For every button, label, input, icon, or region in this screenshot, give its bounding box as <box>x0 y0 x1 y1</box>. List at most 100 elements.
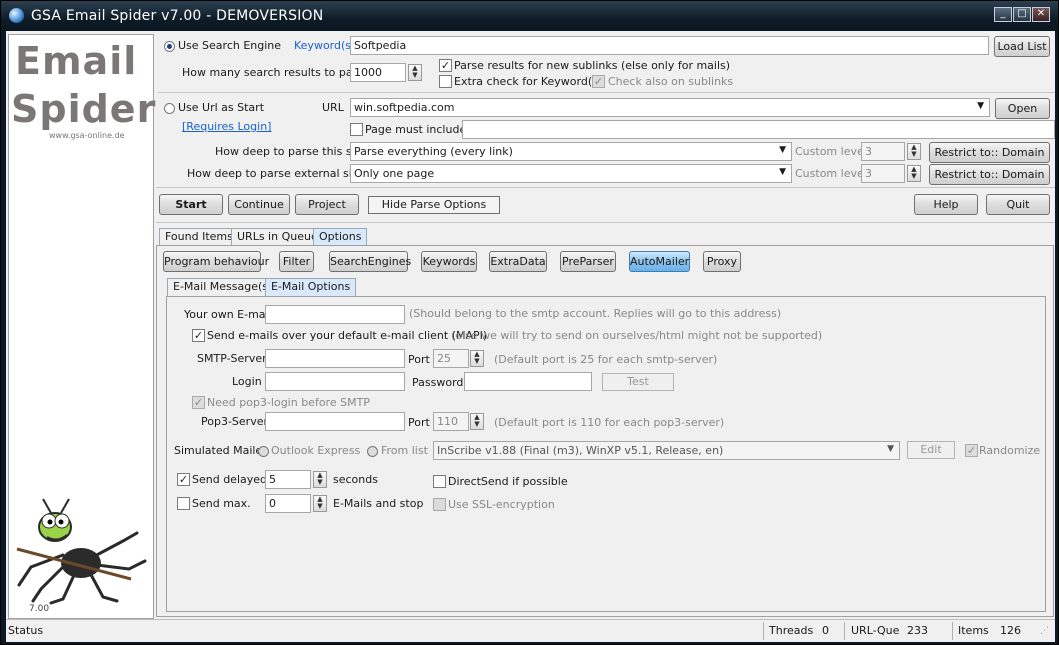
urlque-value: 233 <box>907 624 928 637</box>
emails-stop-label: E-Mails and stop <box>333 497 424 510</box>
restrict-site-button[interactable]: Restrict to:: Domain <box>929 142 1050 163</box>
from-list-radio[interactable] <box>367 446 378 457</box>
check-sublinks-label: Check also on sublinks <box>608 75 734 88</box>
send-max-spinner[interactable]: ▲ ▼ <box>313 495 327 512</box>
mapi-checkbox[interactable]: ✓ <box>192 329 205 342</box>
custom-level-label: Custom level <box>795 145 867 158</box>
hide-parse-options-button[interactable]: Hide Parse Options <box>368 196 500 214</box>
ext-level-input[interactable]: 3 <box>861 164 905 183</box>
tab-email-messages[interactable]: E-Mail Message(s) <box>167 278 279 296</box>
pop3-server-input[interactable] <box>265 412 405 431</box>
keywords-button[interactable]: Keywords <box>421 251 477 272</box>
divider <box>844 622 845 640</box>
dropdown-arrow-icon: ▼ <box>779 145 786 155</box>
requires-login-link[interactable]: [Requires Login] <box>182 120 271 133</box>
results-count-input[interactable]: 1000 <box>350 63 406 82</box>
client-area: Email Spider www.gsa-online.de 7.00 Use … <box>6 31 1055 642</box>
send-max-input[interactable]: 0 <box>265 494 311 513</box>
mailer-select[interactable]: InScribe v1.88 (Final (m3), WinXP v5.1, … <box>433 441 900 460</box>
ssl-checkbox[interactable] <box>433 498 446 511</box>
edit-mailer-button[interactable]: Edit <box>907 441 955 459</box>
tab-email-options[interactable]: E-Mail Options <box>265 278 357 296</box>
resize-grip-icon[interactable]: ⋰ <box>1040 626 1049 636</box>
smtp-port-spinner[interactable]: ▲ ▼ <box>470 350 484 367</box>
tab-found-items[interactable]: Found Items <box>159 228 239 246</box>
site-level-input[interactable]: 3 <box>861 142 905 161</box>
pop3-port-input[interactable]: 110 <box>433 412 469 431</box>
ext-level-spinner[interactable]: ▲ ▼ <box>907 165 921 182</box>
outlook-label: Outlook Express <box>271 444 361 457</box>
logo-email-text: Email <box>15 39 138 83</box>
results-spinner[interactable]: ▲ ▼ <box>408 64 422 81</box>
search-engine-radio[interactable] <box>164 41 175 52</box>
restrict-ext-button[interactable]: Restrict to:: Domain <box>929 164 1050 185</box>
quit-button[interactable]: Quit <box>986 194 1050 215</box>
preparser-button[interactable]: PreParser <box>560 251 616 272</box>
parse-sublinks-checkbox[interactable]: ✓ <box>439 59 452 72</box>
program-behaviour-button[interactable]: Program behaviour <box>163 251 269 272</box>
keywords-link[interactable]: Keyword(s) <box>294 39 355 52</box>
results-count-label: How many search results to parse <box>182 66 370 79</box>
pop3-port-spinner[interactable]: ▲ ▼ <box>470 413 484 430</box>
outlook-radio[interactable] <box>258 446 269 457</box>
open-button[interactable]: Open <box>995 98 1050 119</box>
tab-urls-in-queue[interactable]: URLs in Queue <box>231 228 324 246</box>
ssl-label: Use SSL-encryption <box>448 498 555 511</box>
send-delayed-checkbox[interactable]: ✓ <box>177 473 190 486</box>
dropdown-arrow-icon: ▼ <box>887 444 894 454</box>
page-must-include-input[interactable] <box>462 120 1055 139</box>
divider <box>952 622 953 640</box>
continue-button[interactable]: Continue <box>228 194 290 215</box>
search-engines-button[interactable]: SearchEngines <box>329 251 411 272</box>
delay-input[interactable]: 5 <box>265 470 311 489</box>
divider <box>763 622 764 640</box>
password-input[interactable] <box>464 372 592 391</box>
pop3-before-smtp-checkbox[interactable]: ✓ <box>192 396 205 409</box>
divider <box>158 92 1055 93</box>
items-value: 126 <box>1000 624 1021 637</box>
smtp-hint: (Default port is 25 for each smtp-server… <box>494 353 718 366</box>
smtp-server-label: SMTP-Server <box>197 352 267 365</box>
version-label: 7.00 <box>29 604 50 614</box>
randomize-checkbox[interactable]: ✓ <box>965 444 978 457</box>
direct-send-checkbox[interactable] <box>433 475 446 488</box>
use-search-engine-label: Use Search Engine <box>178 39 282 52</box>
smtp-server-input[interactable] <box>265 349 405 368</box>
page-must-include-label: Page must include <box>365 123 467 136</box>
check-sublinks-checkbox[interactable]: ✓ <box>592 75 605 88</box>
tab-options[interactable]: Options <box>313 228 368 246</box>
url-label: URL <box>322 101 344 114</box>
deep-site-value: Parse everything (every link) <box>354 145 513 158</box>
extra-check-checkbox[interactable] <box>439 75 452 88</box>
extra-check-label: Extra check for Keyword(s) <box>454 75 603 88</box>
send-max-checkbox[interactable] <box>177 497 190 510</box>
close-button[interactable]: ✕ <box>1032 7 1050 22</box>
logo-url: www.gsa-online.de <box>49 131 125 140</box>
help-button[interactable]: Help <box>914 194 978 215</box>
site-level-spinner[interactable]: ▲ ▼ <box>907 143 921 160</box>
deep-ext-select[interactable]: Only one page ▼ <box>350 164 792 183</box>
test-button[interactable]: Test <box>602 373 674 391</box>
extra-data-button[interactable]: ExtraData <box>489 251 547 272</box>
proxy-button[interactable]: Proxy <box>703 251 741 272</box>
minimize-button[interactable]: _ <box>994 7 1012 22</box>
deep-site-select[interactable]: Parse everything (every link) ▼ <box>350 142 792 161</box>
url-input[interactable]: win.softpedia.com ▼ <box>350 98 990 117</box>
automailer-button[interactable]: AutoMailer <box>629 251 690 272</box>
project-button[interactable]: Project <box>295 194 359 215</box>
smtp-port-input[interactable]: 25 <box>433 349 469 368</box>
load-list-button[interactable]: Load List <box>994 36 1050 57</box>
own-email-input[interactable] <box>265 305 405 324</box>
keyword-input[interactable]: Softpedia <box>350 36 989 55</box>
divider <box>156 187 1055 188</box>
maximize-button[interactable]: □ <box>1013 7 1031 22</box>
delay-spinner[interactable]: ▲ ▼ <box>313 471 327 488</box>
start-button[interactable]: Start <box>159 194 223 215</box>
filter-button[interactable]: Filter <box>279 251 314 272</box>
login-input[interactable] <box>265 372 405 391</box>
use-url-label: Use Url as Start <box>178 101 265 114</box>
seconds-label: seconds <box>333 473 378 486</box>
page-must-include-checkbox[interactable] <box>350 123 363 136</box>
url-start-radio[interactable] <box>164 103 175 114</box>
pop3-hint: (Default port is 110 for each pop3-serve… <box>494 416 725 429</box>
